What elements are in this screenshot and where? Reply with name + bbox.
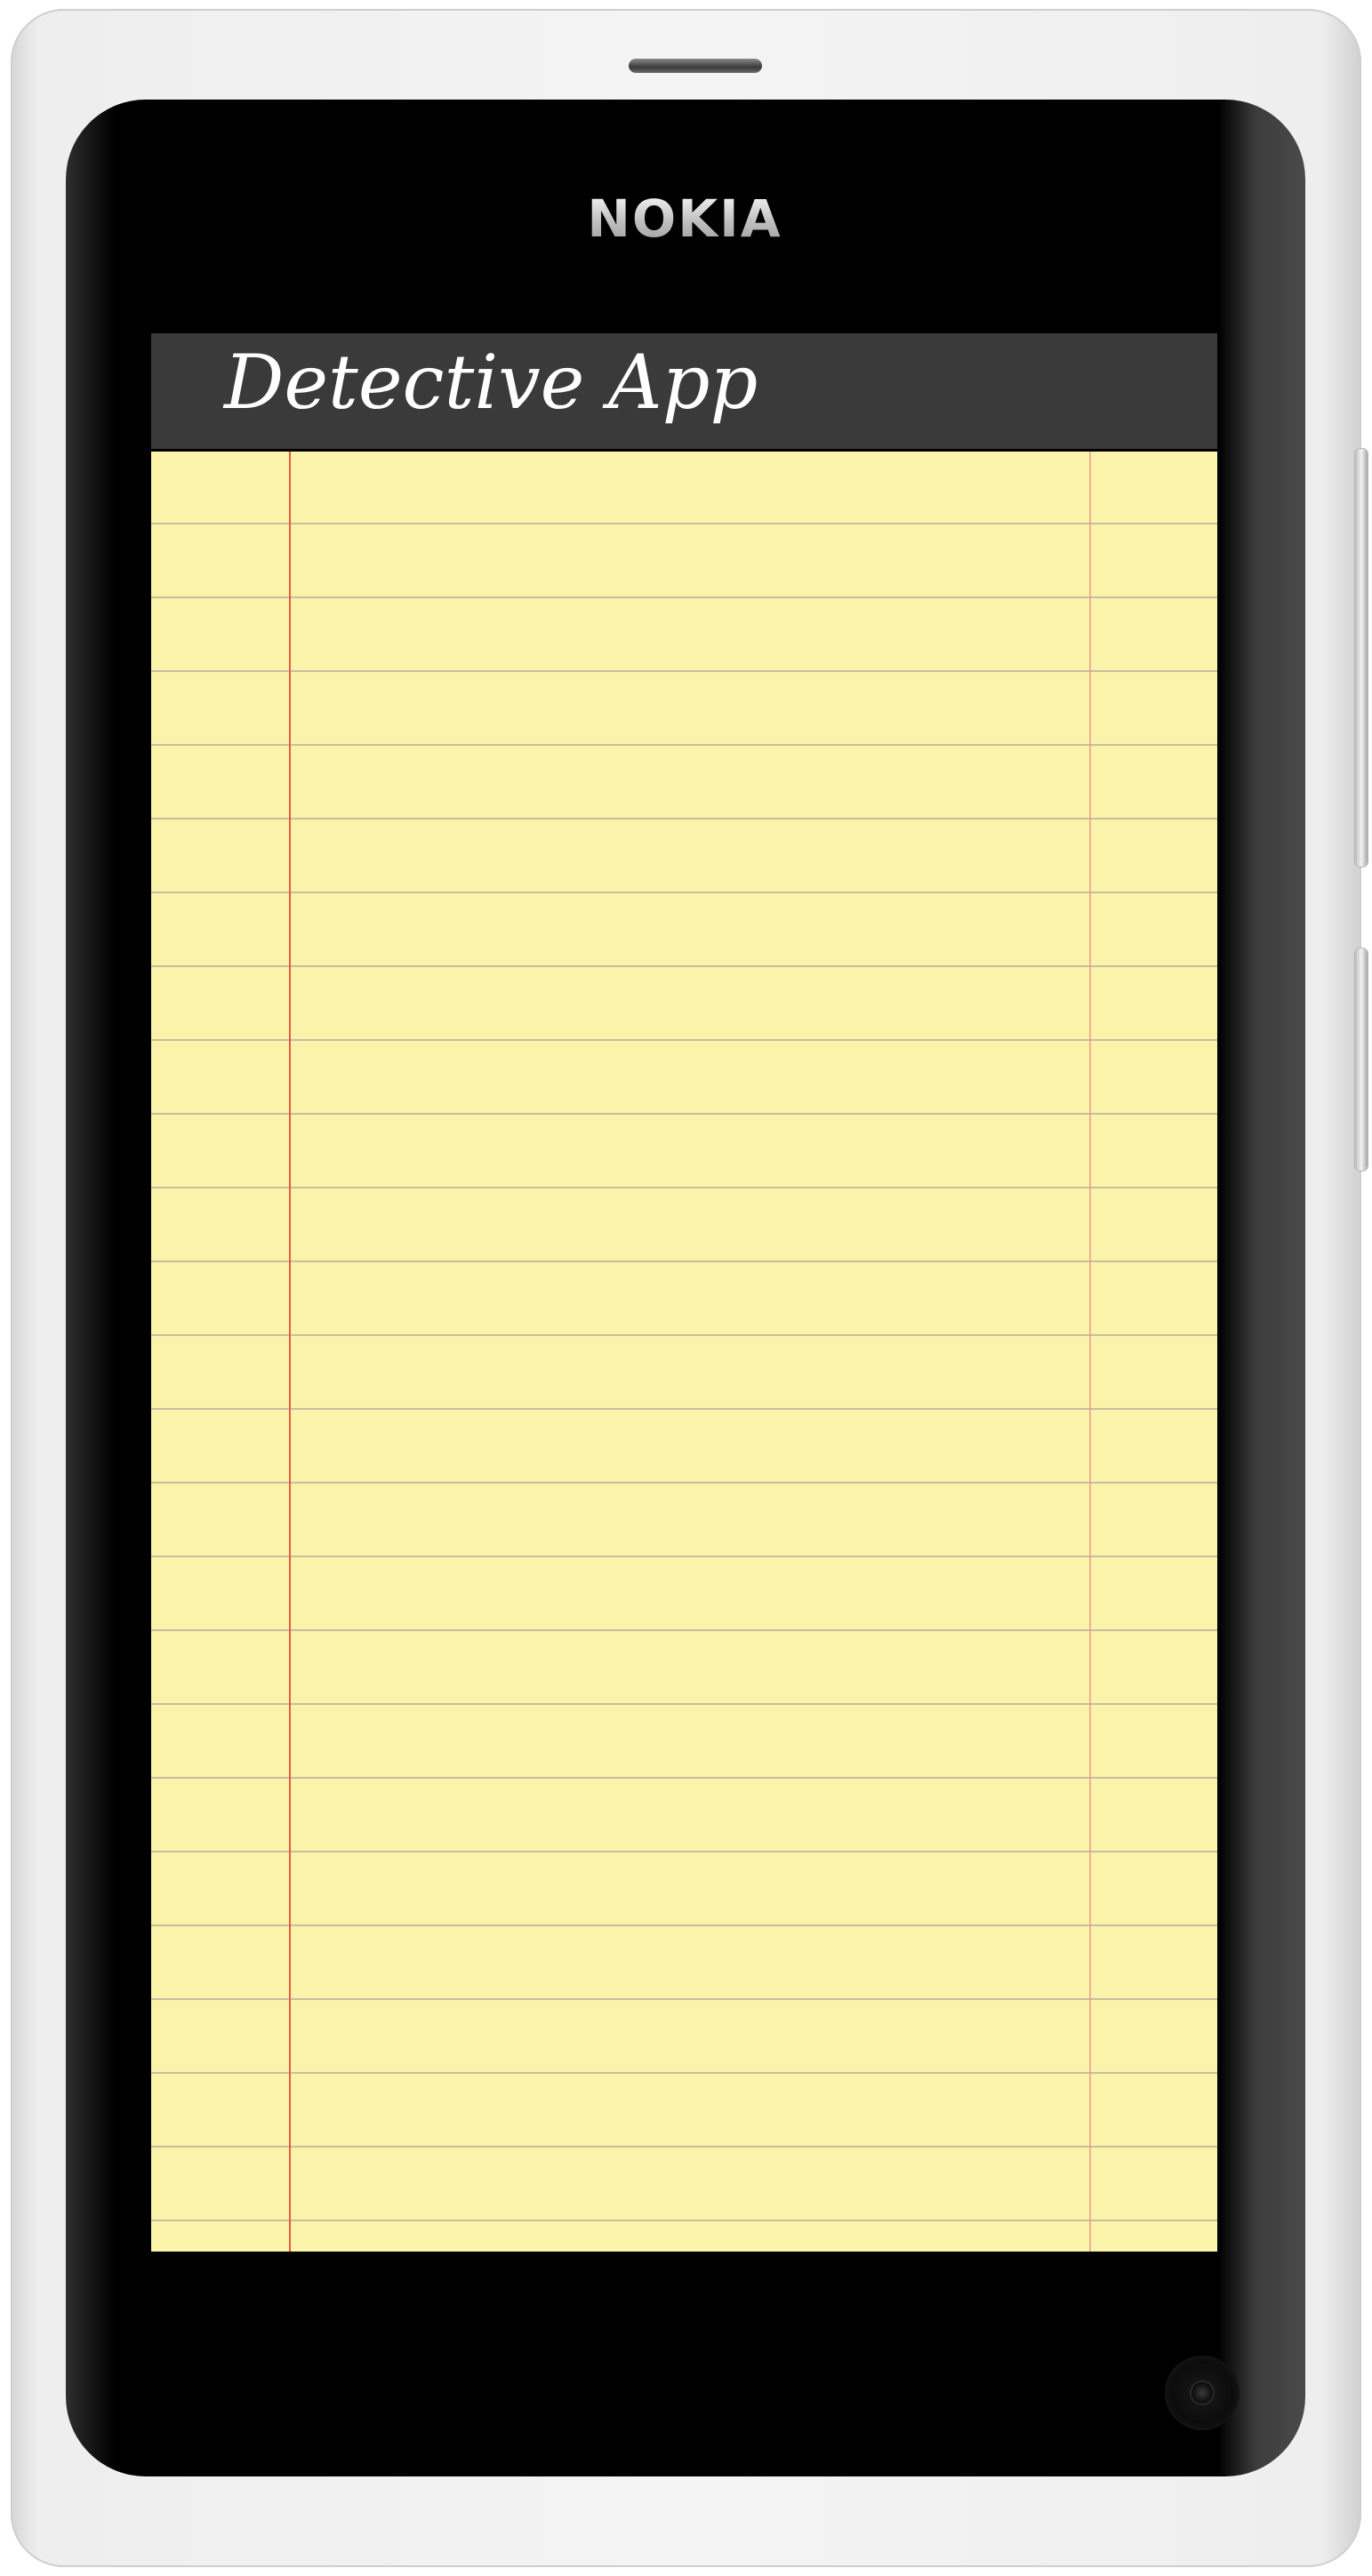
camera-lens [1191, 2382, 1213, 2404]
app-header: Detective App [151, 333, 1217, 449]
front-camera-icon [1167, 2357, 1238, 2428]
notepad-right-margin-line [1089, 452, 1091, 2252]
notepad-area[interactable] [151, 452, 1217, 2252]
notepad-left-margin-line [289, 452, 291, 2252]
phone-screen: Detective App [151, 333, 1217, 2252]
brand-logo: NOKIA [507, 188, 863, 249]
earpiece-speaker [629, 59, 762, 73]
volume-button[interactable] [1355, 449, 1368, 867]
app-title: Detective App [224, 339, 758, 426]
power-button[interactable] [1355, 948, 1368, 1171]
